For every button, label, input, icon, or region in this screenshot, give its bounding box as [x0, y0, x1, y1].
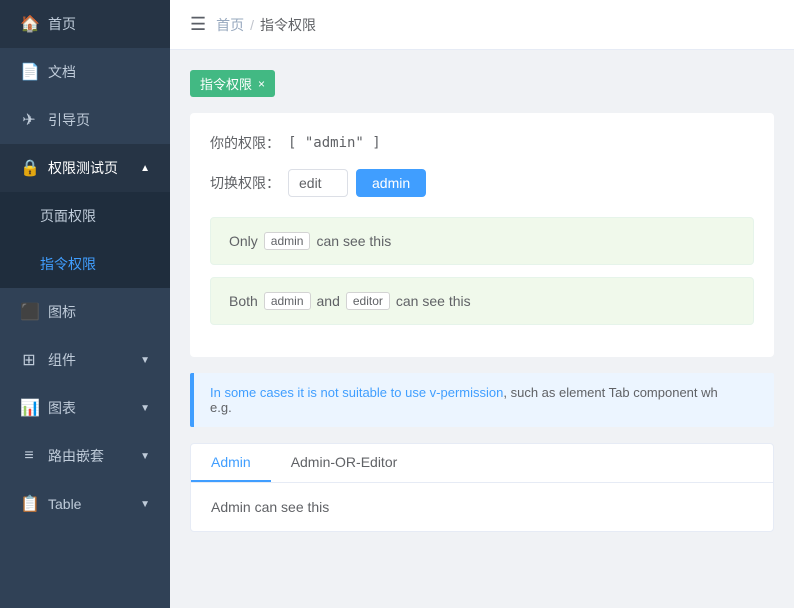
- tab-admin-or-editor[interactable]: Admin-OR-Editor: [271, 444, 418, 482]
- tabs-content: Admin can see this: [191, 483, 773, 531]
- sidebar-item-permission-label: 权限测试页: [48, 158, 130, 178]
- lock-icon: 🔒: [20, 158, 38, 178]
- permission-value: [ "admin" ]: [288, 135, 381, 151]
- sidebar-item-table[interactable]: 📋 Table ▼: [0, 480, 170, 528]
- table-chevron-icon: ▼: [140, 499, 150, 510]
- info-eg: e.g.: [210, 400, 232, 415]
- admin-only-suffix: can see this: [316, 233, 391, 249]
- sidebar-item-home-label: 首页: [48, 14, 150, 34]
- components-chevron-icon: ▼: [140, 355, 150, 366]
- switch-row: 切换权限： admin: [210, 169, 754, 197]
- tabs-card: Admin Admin-OR-Editor Admin can see this: [190, 443, 774, 532]
- switch-label: 切换权限：: [210, 173, 280, 193]
- admin-badge-1: admin: [264, 232, 311, 250]
- sidebar-item-routes-label: 路由嵌套: [48, 446, 130, 466]
- tag-bar: 指令权限 ×: [190, 70, 774, 97]
- content-area: 指令权限 × 你的权限： [ "admin" ] 切换权限： admin Onl…: [170, 50, 794, 608]
- table-icon: 📋: [20, 494, 38, 514]
- breadcrumb: 首页 / 指令权限: [216, 15, 316, 35]
- sidebar-item-page-perm-label: 页面权限: [40, 206, 150, 226]
- tabs-content-text: Admin can see this: [211, 499, 329, 515]
- active-tag: 指令权限 ×: [190, 70, 275, 97]
- sidebar-item-cmd-perm-label: 指令权限: [40, 254, 150, 274]
- tab-admin[interactable]: Admin: [191, 444, 271, 482]
- routes-chevron-icon: ▼: [140, 451, 150, 462]
- tag-label: 指令权限: [200, 74, 252, 93]
- header: ☰ 首页 / 指令权限: [170, 0, 794, 50]
- switch-input[interactable]: [288, 169, 348, 197]
- sidebar-item-docs[interactable]: 📄 文档: [0, 48, 170, 96]
- info-highlight: In some cases it is not suitable to use …: [210, 385, 503, 400]
- sidebar-item-docs-label: 文档: [48, 62, 150, 82]
- admin-editor-box: Both admin and editor can see this: [210, 277, 754, 325]
- breadcrumb-current: 指令权限: [260, 15, 316, 35]
- sidebar-item-home[interactable]: 🏠 首页: [0, 0, 170, 48]
- permission-label: 你的权限：: [210, 133, 280, 153]
- switch-button[interactable]: admin: [356, 169, 426, 197]
- sidebar-item-components[interactable]: ⊞ 组件 ▼: [0, 336, 170, 384]
- both-prefix: Both: [229, 293, 258, 309]
- home-icon: 🏠: [20, 14, 38, 34]
- sidebar-item-icons-label: 图标: [48, 302, 150, 322]
- editor-badge: editor: [346, 292, 390, 310]
- sidebar-item-guide-label: 引导页: [48, 110, 150, 130]
- sidebar: 🏠 首页 📄 文档 ✈ 引导页 🔒 权限测试页 ▲ 页面权限 指令权限 ⬛ 图标…: [0, 0, 170, 608]
- sidebar-item-icons[interactable]: ⬛ 图标: [0, 288, 170, 336]
- admin-only-box: Only admin can see this: [210, 217, 754, 265]
- docs-icon: 📄: [20, 62, 38, 82]
- permission-submenu: 页面权限 指令权限: [0, 192, 170, 288]
- permission-card: 你的权限： [ "admin" ] 切换权限： admin Only admin…: [190, 113, 774, 357]
- charts-chevron-icon: ▼: [140, 403, 150, 414]
- breadcrumb-separator: /: [250, 17, 254, 33]
- sidebar-item-charts-label: 图表: [48, 398, 130, 418]
- sidebar-item-page-perm[interactable]: 页面权限: [0, 192, 170, 240]
- sidebar-item-table-label: Table: [48, 496, 130, 512]
- admin-badge-2: admin: [264, 292, 311, 310]
- sidebar-item-components-label: 组件: [48, 350, 130, 370]
- sidebar-item-guide[interactable]: ✈ 引导页: [0, 96, 170, 144]
- hamburger-icon[interactable]: ☰: [190, 14, 206, 35]
- both-suffix: can see this: [396, 293, 471, 309]
- admin-only-prefix: Only: [229, 233, 258, 249]
- breadcrumb-home[interactable]: 首页: [216, 15, 244, 35]
- main-area: ☰ 首页 / 指令权限 指令权限 × 你的权限： [ "admin" ] 切换权…: [170, 0, 794, 608]
- tag-close-icon[interactable]: ×: [258, 77, 265, 91]
- info-box: In some cases it is not suitable to use …: [190, 373, 774, 427]
- sidebar-item-routes[interactable]: ≡ 路由嵌套 ▼: [0, 432, 170, 480]
- tabs-header: Admin Admin-OR-Editor: [191, 444, 773, 483]
- sidebar-item-charts[interactable]: 📊 图表 ▼: [0, 384, 170, 432]
- guide-icon: ✈: [20, 110, 38, 130]
- sidebar-item-permission[interactable]: 🔒 权限测试页 ▲: [0, 144, 170, 192]
- charts-icon: 📊: [20, 398, 38, 418]
- permission-chevron-icon: ▲: [140, 163, 150, 174]
- sidebar-item-cmd-perm[interactable]: 指令权限: [0, 240, 170, 288]
- and-text: and: [317, 293, 340, 309]
- routes-icon: ≡: [20, 447, 38, 465]
- permission-info-row: 你的权限： [ "admin" ]: [210, 133, 754, 153]
- icons-icon: ⬛: [20, 302, 38, 322]
- info-text: , such as element Tab component wh: [503, 385, 717, 400]
- components-icon: ⊞: [20, 350, 38, 370]
